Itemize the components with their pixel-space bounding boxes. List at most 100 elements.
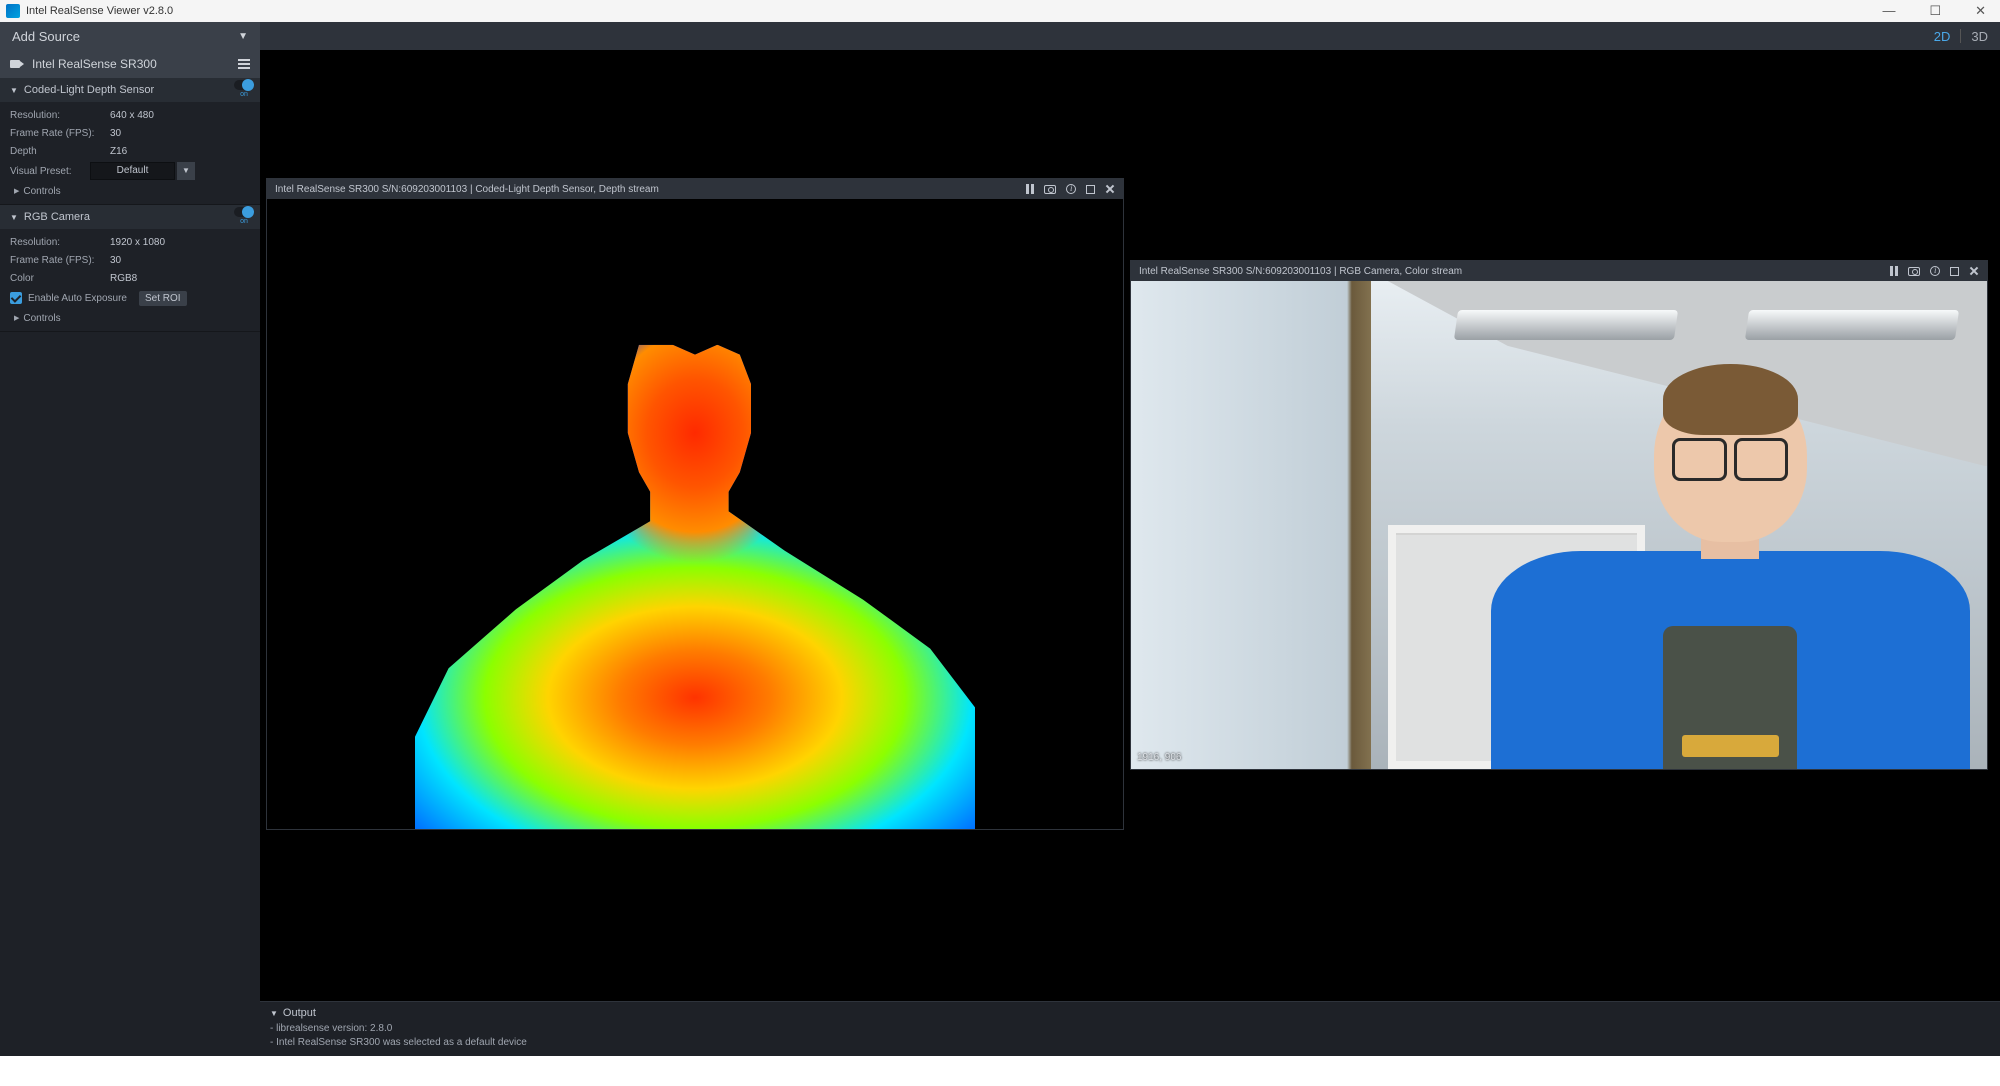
device-header[interactable]: Intel RealSense SR300	[0, 50, 260, 78]
depth-stream-controls	[1026, 184, 1115, 194]
depth-sensor-section: ▼ Coded-Light Depth Sensor on Resolution…	[0, 78, 260, 205]
prop-label: Frame Rate (FPS):	[10, 128, 110, 139]
pause-icon[interactable]	[1026, 184, 1034, 194]
caret-down-icon: ▼	[10, 86, 18, 95]
hamburger-icon[interactable]	[238, 59, 250, 69]
color-camera-image	[1131, 281, 1987, 769]
app-header: Add Source ▼ 2D 3D	[0, 22, 2000, 50]
add-source-label: Add Source	[12, 29, 80, 44]
info-icon[interactable]	[1066, 184, 1076, 194]
rgb-format-row[interactable]: Color RGB8	[10, 269, 250, 287]
toggle-state-label: on	[240, 218, 248, 225]
color-stream-body: 1916, 906	[1131, 281, 1987, 769]
prop-label: Visual Preset:	[10, 166, 90, 177]
prop-label: Frame Rate (FPS):	[10, 255, 110, 266]
toggle-state-label: on	[240, 91, 248, 98]
close-icon[interactable]	[1105, 184, 1115, 194]
rgb-fps-row[interactable]: Frame Rate (FPS): 30	[10, 251, 250, 269]
view-3d-button[interactable]: 3D	[1971, 29, 1988, 44]
minimize-button[interactable]: —	[1882, 3, 1895, 19]
caret-right-icon: ▶	[14, 187, 19, 195]
rgb-camera-props: Resolution: 1920 x 1080 Frame Rate (FPS)…	[0, 229, 260, 331]
depth-heatmap-image	[435, 255, 955, 795]
prop-value: 30	[110, 255, 121, 266]
color-stream-controls	[1890, 266, 1979, 276]
visual-preset-select[interactable]: Default	[90, 162, 175, 180]
output-title: Output	[283, 1007, 316, 1019]
auto-exposure-label: Enable Auto Exposure	[28, 293, 127, 304]
add-source-dropdown[interactable]: Add Source ▼	[0, 22, 260, 50]
rgb-controls-expander[interactable]: ▶ Controls	[10, 309, 250, 327]
separator	[1960, 29, 1961, 43]
depth-stream-window[interactable]: Intel RealSense SR300 S/N:609203001103 |…	[266, 178, 1124, 830]
set-roi-button[interactable]: Set ROI	[139, 291, 187, 306]
prop-label: Color	[10, 273, 110, 284]
depth-fps-row[interactable]: Frame Rate (FPS): 30	[10, 124, 250, 142]
prop-value: 1920 x 1080	[110, 237, 165, 248]
caret-right-icon: ▶	[14, 314, 19, 322]
output-line: - librealsense version: 2.8.0	[270, 1022, 1990, 1036]
depth-stream-title: Intel RealSense SR300 S/N:609203001103 |…	[275, 184, 659, 195]
footer-strip	[0, 1056, 2000, 1086]
output-line: - Intel RealSense SR300 was selected as …	[270, 1036, 1990, 1050]
prop-label: Depth	[10, 146, 110, 157]
depth-sensor-title: Coded-Light Depth Sensor	[24, 84, 154, 96]
visual-preset-row: Visual Preset: Default ▼	[10, 160, 250, 182]
snapshot-icon[interactable]	[1908, 267, 1920, 276]
prop-label: Resolution:	[10, 110, 110, 121]
pixel-coord-label: 1916, 906	[1137, 752, 1182, 763]
depth-stream-header: Intel RealSense SR300 S/N:609203001103 |…	[267, 179, 1123, 199]
pause-icon[interactable]	[1890, 266, 1898, 276]
output-header[interactable]: ▼ Output	[270, 1004, 1990, 1022]
depth-sensor-toggle[interactable]: on	[234, 80, 254, 98]
view-mode-toggle: 2D 3D	[1934, 22, 2000, 50]
prop-value: 640 x 480	[110, 110, 154, 121]
prop-label: Resolution:	[10, 237, 110, 248]
maximize-icon[interactable]	[1086, 185, 1095, 194]
maximize-icon[interactable]	[1950, 267, 1959, 276]
depth-resolution-row[interactable]: Resolution: 640 x 480	[10, 106, 250, 124]
controls-label: Controls	[23, 186, 60, 197]
output-panel: ▼ Output - librealsense version: 2.8.0 -…	[260, 1001, 2000, 1056]
rgb-camera-header[interactable]: ▼ RGB Camera on	[0, 205, 260, 229]
main-area: Intel RealSense SR300 ▼ Coded-Light Dept…	[0, 50, 2000, 1056]
depth-format-row[interactable]: Depth Z16	[10, 142, 250, 160]
window-title: Intel RealSense Viewer v2.8.0	[26, 5, 173, 17]
controls-label: Controls	[23, 313, 60, 324]
viewport[interactable]: Intel RealSense SR300 S/N:609203001103 |…	[260, 50, 2000, 1056]
close-button[interactable]: ✕	[1975, 3, 1986, 19]
toggle-switch-icon	[234, 207, 254, 217]
color-stream-title: Intel RealSense SR300 S/N:609203001103 |…	[1139, 266, 1462, 277]
color-stream-window[interactable]: Intel RealSense SR300 S/N:609203001103 |…	[1130, 260, 1988, 770]
prop-value: Z16	[110, 146, 127, 157]
view-2d-button[interactable]: 2D	[1934, 29, 1951, 44]
header-spacer	[260, 22, 1934, 50]
window-controls: — ☐ ✕	[1882, 3, 1994, 19]
rgb-camera-title: RGB Camera	[24, 211, 90, 223]
chevron-down-icon: ▼	[238, 31, 248, 42]
app-icon	[6, 4, 20, 18]
close-icon[interactable]	[1969, 266, 1979, 276]
titlebar: Intel RealSense Viewer v2.8.0 — ☐ ✕	[0, 0, 2000, 22]
auto-exposure-checkbox[interactable]	[10, 292, 22, 304]
toggle-switch-icon	[234, 80, 254, 90]
snapshot-icon[interactable]	[1044, 185, 1056, 194]
sidebar: Intel RealSense SR300 ▼ Coded-Light Dept…	[0, 50, 260, 1056]
caret-down-icon: ▼	[270, 1009, 278, 1018]
prop-value: RGB8	[110, 273, 137, 284]
maximize-button[interactable]: ☐	[1929, 3, 1941, 19]
color-stream-header: Intel RealSense SR300 S/N:609203001103 |…	[1131, 261, 1987, 281]
prop-value: 30	[110, 128, 121, 139]
camera-icon	[10, 59, 24, 69]
auto-exposure-row: Enable Auto Exposure Set ROI	[10, 287, 250, 309]
device-name: Intel RealSense SR300	[32, 57, 157, 71]
caret-down-icon: ▼	[10, 213, 18, 222]
depth-controls-expander[interactable]: ▶ Controls	[10, 182, 250, 200]
rgb-resolution-row[interactable]: Resolution: 1920 x 1080	[10, 233, 250, 251]
depth-stream-body	[267, 199, 1123, 829]
depth-sensor-props: Resolution: 640 x 480 Frame Rate (FPS): …	[0, 102, 260, 204]
info-icon[interactable]	[1930, 266, 1940, 276]
depth-sensor-header[interactable]: ▼ Coded-Light Depth Sensor on	[0, 78, 260, 102]
visual-preset-dropdown-button[interactable]: ▼	[177, 162, 195, 180]
rgb-camera-toggle[interactable]: on	[234, 207, 254, 225]
